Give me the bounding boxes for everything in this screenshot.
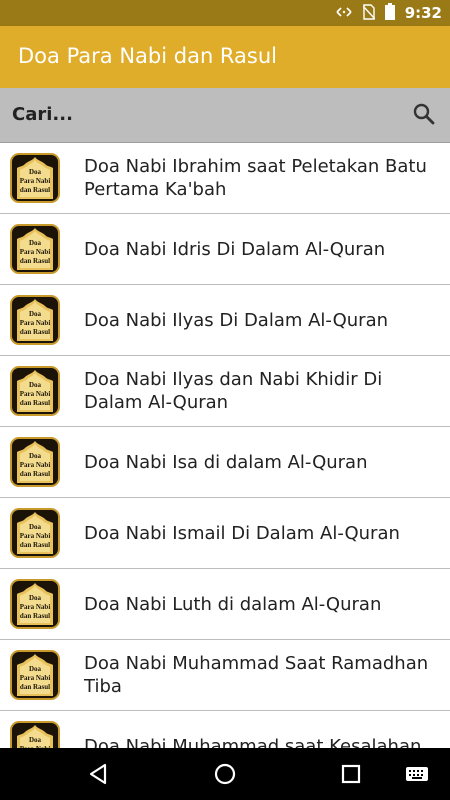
list-item[interactable]: Doa Para Nabi dan Rasul Doa Nabi Ilyas dan …: [0, 356, 450, 427]
list-item[interactable]: Doa Para Nabi dan Rasul Doa Nabi Ilyas Di D…: [0, 285, 450, 356]
thumbnail-text-line2: Para Nabi: [20, 461, 51, 469]
search-icon[interactable]: [412, 102, 436, 126]
list-item-label: Doa Nabi Ilyas Di Dalam Al-Quran: [84, 309, 389, 331]
app-logo-thumbnail: DoaPara Nabidan Rasul: [10, 437, 60, 487]
list-item-label: Doa Nabi Idris Di Dalam Al-Quran: [84, 238, 386, 260]
thumbnail-text-line2: Para Nabi: [20, 532, 51, 540]
no-sim-icon: [362, 3, 376, 23]
keyboard-icon[interactable]: [404, 761, 430, 787]
thumbnail-text-line2: Para Nabi: [20, 248, 51, 256]
list-item[interactable]: DoaPara Nabidan Rasul Doa Nabi Muhammad s…: [0, 711, 450, 748]
wifi-data-icon: [335, 5, 353, 22]
app-logo-thumbnail: DoaPara Nabidan Rasul: [10, 579, 60, 629]
app-logo-thumbnail: DoaPara Nabidan Rasul: [10, 153, 60, 203]
list-item-label: Doa Nabi Muhammad saat Kesalahan: [84, 735, 422, 749]
recents-icon[interactable]: [338, 761, 364, 787]
thumbnail-text-line1: Doa: [29, 594, 42, 602]
thumbnail-text-line1: Doa: [29, 736, 42, 744]
search-bar[interactable]: Cari...: [0, 88, 450, 143]
navigation-bar: [0, 748, 450, 800]
list-item-label: Doa Nabi Ismail Di Dalam Al-Quran: [84, 522, 400, 544]
app-logo-thumbnail: DoaPara Nabidan Rasul: [10, 650, 60, 700]
thumbnail-text-line3: dan Rasul: [20, 328, 50, 336]
app-title: Doa Para Nabi dan Rasul: [18, 44, 278, 68]
app-logo-thumbnail: DoaPara Nabidan Rasul: [10, 224, 60, 274]
thumbnail-text-line2: Para Nabi: [20, 319, 51, 327]
thumbnail-text-line1: Doa: [29, 665, 42, 673]
thumbnail-text-line3: dan Rasul: [20, 470, 50, 478]
battery-icon: [384, 3, 395, 23]
thumbnail-text-line2: Para Nabi: [20, 177, 51, 185]
prayer-list: Doa Para Nabi dan Rasul Doa Nabi Ibrahim sa…: [0, 143, 450, 748]
thumbnail-text-line3: dan Rasul: [20, 257, 50, 265]
list-item[interactable]: Doa Para Nabi dan Rasul Doa Nabi Ismail Di …: [0, 498, 450, 569]
status-time: 9:32: [404, 4, 442, 22]
app-logo-thumbnail: DoaPara Nabidan Rasul: [10, 721, 60, 748]
thumbnail-text-line1: Doa: [29, 168, 42, 176]
app-logo-thumbnail: DoaPara Nabidan Rasul: [10, 295, 60, 345]
app-logo-thumbnail: DoaPara Nabidan Rasul: [10, 508, 60, 558]
list-item-label: Doa Nabi Ibrahim saat Peletakan Batu Per…: [84, 156, 427, 200]
thumbnail-text-line3: dan Rasul: [20, 399, 50, 407]
home-icon[interactable]: [212, 761, 238, 787]
thumbnail-text-line1: Doa: [29, 239, 42, 247]
list-item-label: Doa Nabi Muhammad Saat Ramadhan Tiba: [84, 653, 429, 697]
thumbnail-text-line3: dan Rasul: [20, 683, 50, 691]
list-item-label: Doa Nabi Luth di dalam Al-Quran: [84, 593, 382, 615]
list-item[interactable]: Doa Para Nabi dan Rasul Doa Nabi Luth di da…: [0, 569, 450, 640]
thumbnail-text-line1: Doa: [29, 310, 42, 318]
list-item[interactable]: Doa Para Nabi dan Rasul Doa Nabi Isa di dal…: [0, 427, 450, 498]
thumbnail-text-line1: Doa: [29, 452, 42, 460]
thumbnail-text-line1: Doa: [29, 381, 42, 389]
list-item[interactable]: Doa Para Nabi dan Rasul Doa Nabi Idris Di D…: [0, 214, 450, 285]
thumbnail-text-line1: Doa: [29, 523, 42, 531]
thumbnail-text-line2: Para Nabi: [20, 674, 51, 682]
thumbnail-text-line2: Para Nabi: [20, 390, 51, 398]
search-input[interactable]: Cari...: [12, 104, 73, 125]
thumbnail-text-line3: dan Rasul: [20, 541, 50, 549]
back-icon[interactable]: [85, 761, 111, 787]
thumbnail-text-line2: Para Nabi: [20, 603, 51, 611]
thumbnail-text-line3: dan Rasul: [20, 186, 50, 194]
list-item[interactable]: Doa Para Nabi dan Rasul Doa Nabi Ibrahim sa…: [0, 143, 450, 214]
status-bar: 9:32: [0, 0, 450, 26]
app-bar: Doa Para Nabi dan Rasul: [0, 26, 450, 88]
thumbnail-text-line3: dan Rasul: [20, 612, 50, 620]
list-item-label: Doa Nabi Ilyas dan Nabi Khidir Di Dalam …: [84, 369, 383, 413]
list-item[interactable]: Doa Para Nabi dan Rasul Doa Nabi Muhammad S…: [0, 640, 450, 711]
app-logo-thumbnail: DoaPara Nabidan Rasul: [10, 366, 60, 416]
list-item-label: Doa Nabi Isa di dalam Al-Quran: [84, 451, 368, 473]
